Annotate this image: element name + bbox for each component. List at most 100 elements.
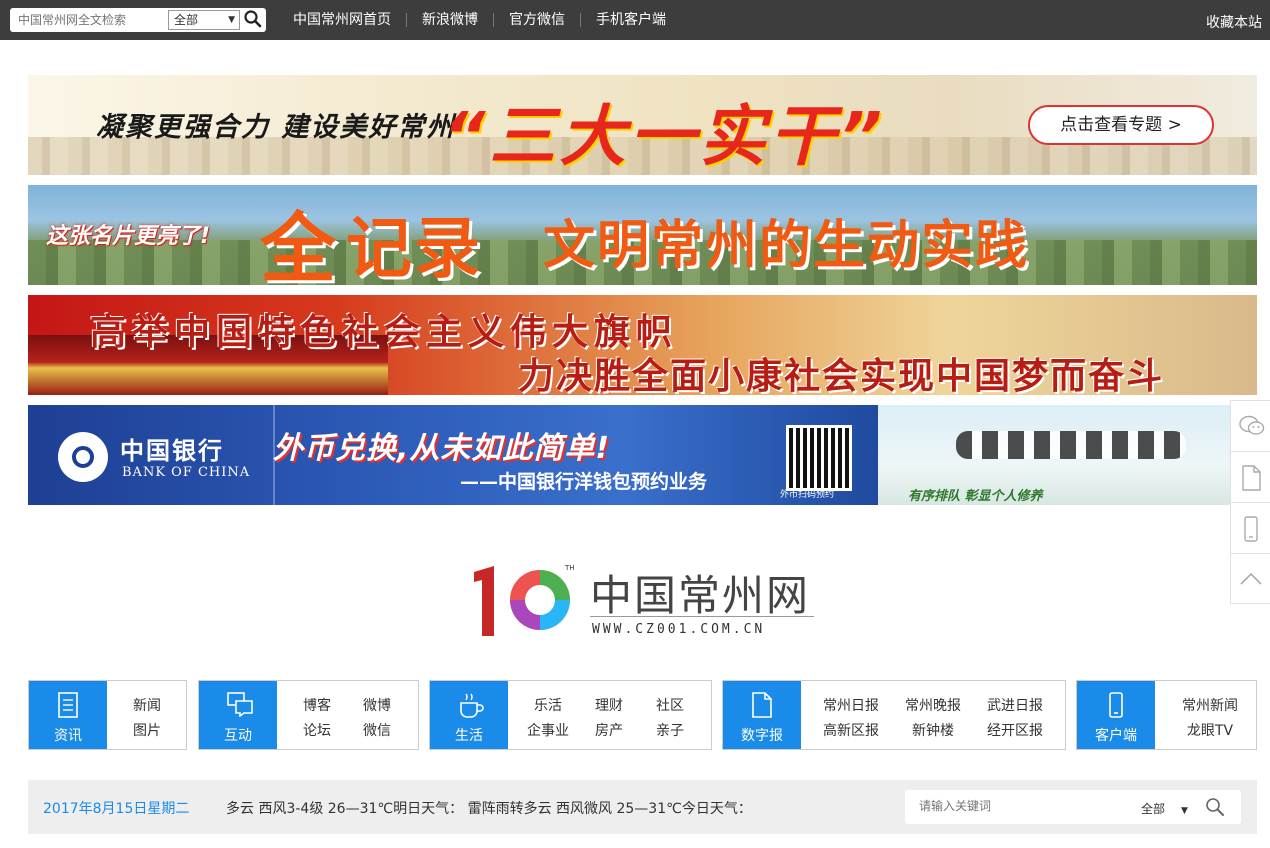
document-float-button[interactable] <box>1231 452 1270 503</box>
category-head-life[interactable]: 生活 <box>430 681 508 749</box>
category-label: 生活 <box>455 728 483 744</box>
search-input[interactable] <box>18 11 158 29</box>
category-head-client[interactable]: 客户端 <box>1077 681 1155 749</box>
category-client: 客户端 常州新闻 龙眼TV <box>1076 680 1257 750</box>
search-icon <box>244 10 262 28</box>
chat-icon <box>227 692 253 717</box>
dropdown-arrow-icon: ▼ <box>1181 806 1188 816</box>
nav-mobile-link[interactable]: 手机客户端 <box>581 13 681 27</box>
site-search: 全部 ▼ <box>10 8 266 32</box>
tenth-anniversary-icon: TH <box>474 564 575 636</box>
link-changzhou-daily[interactable]: 常州日报 <box>811 695 891 715</box>
dropdown-arrow-icon: ▼ <box>228 15 235 25</box>
search-scope-value: 全部 <box>174 13 199 27</box>
link-wujin-daily[interactable]: 武进日报 <box>975 695 1055 715</box>
paper-icon <box>752 692 772 718</box>
link-lohas[interactable]: 乐活 <box>518 695 578 715</box>
banner-china-dream[interactable]: 高举中国特色社会主义伟大旗帜 力决胜全面小康社会实现中国梦而奋斗 <box>28 295 1257 395</box>
weather-bar: 2017年8月15日星期二 多云 西风3-4级 26—31℃明日天气： 雷阵雨转… <box>28 780 1257 834</box>
logo-divider <box>590 616 814 617</box>
keyword-search: 全部 ▼ <box>905 790 1241 824</box>
banner-civilization[interactable]: 这张名片更亮了! 全 记录 文明常州的生动实践 <box>28 185 1257 285</box>
link-economic-zone-news[interactable]: 经开区报 <box>975 720 1055 740</box>
civility-slogan: 有序排队 彰显个人修养 <box>908 489 1043 504</box>
document-icon <box>58 692 78 718</box>
keyword-scope-select[interactable]: 全部 ▼ <box>1141 800 1188 817</box>
search-scope-select[interactable]: 全部 ▼ <box>168 10 240 30</box>
mobile-icon <box>1244 516 1258 542</box>
banner-headline-rest: 文明常州的生动实践 <box>543 216 1030 276</box>
tm-mark: TH <box>564 564 575 572</box>
category-head-epaper[interactable]: 数字报 <box>723 681 801 749</box>
nav-home-link[interactable]: 中国常州网首页 <box>278 13 407 27</box>
banner-three-one[interactable]: 凝聚更强合力 建设美好常州 “三大一实干” 点击查看专题 > <box>28 75 1257 175</box>
link-finance[interactable]: 理财 <box>579 695 639 715</box>
keyword-search-button[interactable] <box>1205 797 1225 821</box>
weather-text: 多云 西风3-4级 26—31℃明日天气： 雷阵雨转多云 西风微风 25—31℃… <box>226 801 752 817</box>
wechat-float-button[interactable] <box>1231 401 1270 452</box>
link-blog[interactable]: 博客 <box>287 695 347 715</box>
civility-ad[interactable]: 有序排队 彰显个人修养 <box>878 405 1257 505</box>
link-parenting[interactable]: 亲子 <box>640 720 700 740</box>
category-label: 客户端 <box>1095 728 1137 744</box>
back-to-top-button[interactable] <box>1231 554 1270 605</box>
ad-slogan: 外币兑换,从未如此简单! <box>273 431 611 466</box>
link-changzhou-evening[interactable]: 常州晚报 <box>893 695 973 715</box>
current-date: 2017年8月15日星期二 <box>43 801 190 817</box>
category-life: 生活 乐活 理财 社区 企事业 房产 亲子 <box>429 680 712 750</box>
bank-name: 中国银行 <box>120 436 224 465</box>
floating-toolbar <box>1230 400 1270 604</box>
category-label: 数字报 <box>741 728 783 744</box>
banner-tagline: 这张名片更亮了! <box>46 224 211 249</box>
nav-weibo-link[interactable]: 新浪微博 <box>407 13 494 27</box>
category-head-interact[interactable]: 互动 <box>199 681 277 749</box>
link-changzhou-news-app[interactable]: 常州新闻 <box>1165 695 1255 715</box>
category-head-news[interactable]: 资讯 <box>29 681 107 749</box>
top-bar: 全部 ▼ 中国常州网首页 新浪微博 官方微信 手机客户端 收藏本站 <box>0 0 1270 40</box>
link-pictures[interactable]: 图片 <box>117 720 177 740</box>
link-weibo[interactable]: 微博 <box>347 695 407 715</box>
top-nav: 中国常州网首页 新浪微博 官方微信 手机客户端 <box>278 0 681 40</box>
wechat-icon <box>1239 415 1265 435</box>
site-logo[interactable]: TH 中国常州网 WWW.CZ001.COM.CN <box>470 562 820 642</box>
link-forum[interactable]: 论坛 <box>287 720 347 740</box>
banner-line-2: 力决胜全面小康社会实现中国梦而奋斗 <box>518 356 1165 395</box>
link-enterprise[interactable]: 企事业 <box>518 720 578 740</box>
bank-of-china-ad[interactable]: 中国银行 BANK OF CHINA 外币兑换,从未如此简单! ——中国银行洋钱… <box>28 405 878 505</box>
view-topic-button[interactable]: 点击查看专题 > <box>1028 105 1214 145</box>
banner-headline: “三大一实干” <box>443 98 887 175</box>
keyword-scope-value: 全部 <box>1141 802 1166 816</box>
link-wechat[interactable]: 微信 <box>347 720 407 740</box>
logo-name: 中国常州网 <box>590 571 811 620</box>
search-button[interactable] <box>244 10 264 30</box>
banner-slogan: 凝聚更强合力 建设美好常州 <box>96 112 456 143</box>
category-label: 资讯 <box>54 728 82 744</box>
bank-of-china-logo-icon <box>58 432 108 482</box>
mobile-icon <box>1109 692 1123 718</box>
category-epaper: 数字报 常州日报 常州晚报 武进日报 高新区报 新钟楼 经开区报 <box>722 680 1066 750</box>
banner-ads-row: 中国银行 BANK OF CHINA 外币兑换,从未如此简单! ——中国银行洋钱… <box>28 405 1257 505</box>
keyword-input[interactable] <box>919 799 1119 813</box>
category-label: 互动 <box>224 728 252 744</box>
link-realestate[interactable]: 房产 <box>579 720 639 740</box>
add-favorite-link[interactable]: 收藏本站 <box>1206 12 1262 32</box>
link-news[interactable]: 新闻 <box>117 695 177 715</box>
qr-code-icon <box>786 425 852 491</box>
link-longyan-tv[interactable]: 龙眼TV <box>1165 720 1255 740</box>
ad-subtitle: ——中国银行洋钱包预约业务 <box>460 471 708 493</box>
logo-url: WWW.CZ001.COM.CN <box>592 622 766 637</box>
banner-headline-record: 记录 <box>346 210 482 285</box>
link-xinzhonglou[interactable]: 新钟楼 <box>893 720 973 740</box>
bank-name-en: BANK OF CHINA <box>122 465 251 480</box>
document-icon <box>1242 465 1261 491</box>
coffee-icon <box>460 693 484 718</box>
link-hitech-news[interactable]: 高新区报 <box>811 720 891 740</box>
mobile-float-button[interactable] <box>1231 503 1270 554</box>
link-community[interactable]: 社区 <box>640 695 700 715</box>
category-interact: 互动 博客 微博 论坛 微信 <box>198 680 419 750</box>
search-icon <box>1206 798 1224 816</box>
category-news: 资讯 新闻 图片 <box>28 680 187 750</box>
chevron-up-icon <box>1240 572 1262 585</box>
nav-wechat-link[interactable]: 官方微信 <box>494 13 581 27</box>
qr-caption: 外币扫码预约 <box>780 490 835 500</box>
